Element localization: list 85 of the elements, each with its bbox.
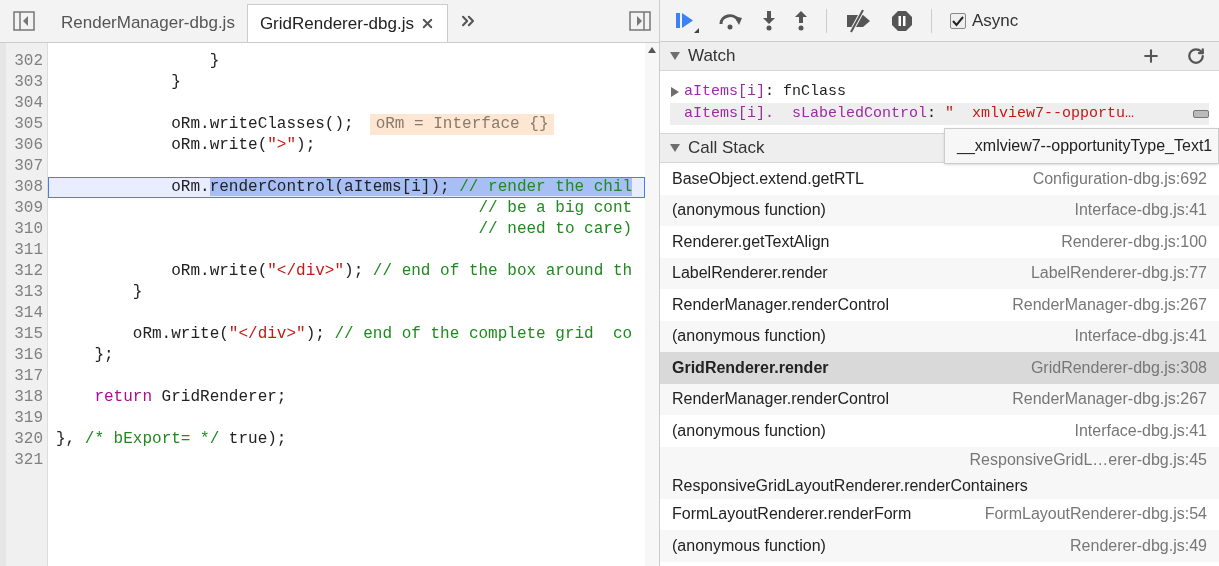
code-line: // be a big cont	[477, 198, 633, 219]
add-watch-icon[interactable]	[1141, 46, 1161, 66]
code-line: }	[131, 282, 143, 303]
function-name: ResponsiveGridLayoutRenderer.renderContainers	[672, 475, 1028, 496]
code-line: oRm.write(">");	[170, 135, 316, 156]
function-name: (anonymous function)	[672, 200, 826, 221]
function-name: LabelRenderer.render	[672, 263, 828, 284]
code-line: // need to care)	[477, 219, 633, 240]
function-name: Renderer.getTextAlign	[672, 231, 830, 252]
function-name: RenderManager.renderControl	[672, 294, 889, 315]
source-location: Renderer-dbg.js:49	[1070, 535, 1207, 556]
file-tab[interactable]: GridRenderer-dbg.js	[246, 4, 448, 42]
call-frame[interactable]: (anonymous function) Interface-dbg.js:41	[660, 194, 1219, 226]
collapse-caret-icon[interactable]	[670, 51, 680, 61]
line-number: 311	[13, 240, 44, 261]
source-location: Interface-dbg.js:41	[1074, 420, 1207, 441]
line-number: 310	[13, 219, 44, 240]
code-line: oRm.writeClasses();	[170, 114, 354, 135]
line-number: 306	[13, 135, 44, 156]
code-line: return GridRenderer;	[93, 387, 287, 408]
refresh-icon[interactable]	[1187, 47, 1205, 65]
async-checkbox[interactable]	[950, 12, 966, 29]
step-out-icon[interactable]	[794, 9, 808, 32]
code-line: oRm.write("</div>"); // end of the complete grid co	[131, 324, 633, 345]
scroll-up-icon[interactable]	[648, 47, 656, 53]
call-frame[interactable]: (anonymous function) Interface-dbg.js:41	[660, 320, 1219, 352]
watch-expression[interactable]: aItems[i]. sLabeledControl: " xmlview7--opportu…	[670, 103, 1209, 125]
async-label: Async	[972, 9, 1019, 32]
function-name: (anonymous function)	[672, 420, 826, 441]
code-line: }, /* bExport= */ true);	[56, 429, 287, 450]
pause-on-exceptions-icon[interactable]	[891, 9, 913, 32]
line-number: 321	[13, 450, 44, 471]
call-frame[interactable]: GridRenderer.render GridRenderer-dbg.js:308	[660, 352, 1219, 384]
watch-header[interactable]: Watch	[660, 42, 1219, 71]
call-frame[interactable]: (anonymous function) Renderer-dbg.js:49	[660, 530, 1219, 562]
code-line: oRm.renderControl(aItems[i]); // render the chil	[170, 177, 633, 198]
line-number: 314	[13, 303, 44, 324]
line-number: 305	[13, 114, 44, 135]
line-number: 317	[13, 366, 44, 387]
line-number: 308	[13, 177, 44, 198]
function-name: FormLayoutRenderer.renderForm	[672, 504, 912, 525]
function-name: (anonymous function)	[672, 535, 826, 556]
delete-watch-icon[interactable]	[1193, 110, 1209, 118]
function-name: GridRenderer.render	[672, 357, 829, 378]
line-number: 320	[13, 429, 44, 450]
source-location: RenderManager-dbg.js:267	[1012, 389, 1207, 410]
line-number: 309	[13, 198, 44, 219]
source-location: LabelRenderer-dbg.js:77	[1030, 263, 1207, 284]
source-location: Interface-dbg.js:41	[1074, 200, 1207, 221]
line-number: 315	[13, 324, 44, 345]
collapse-caret-icon[interactable]	[670, 143, 680, 153]
source-location: GridRenderer-dbg.js:308	[1030, 357, 1207, 378]
step-into-icon[interactable]	[762, 9, 776, 32]
source-location: Renderer-dbg.js:100	[1061, 231, 1207, 252]
function-name: (anonymous function)	[672, 326, 826, 347]
line-number: 318	[13, 387, 44, 408]
inline-value: oRm = Interface {}	[369, 114, 555, 135]
line-number: 316	[13, 345, 44, 366]
line-number: 304	[13, 93, 44, 114]
expand-caret-icon[interactable]	[670, 87, 680, 97]
line-number: 312	[13, 261, 44, 282]
sidebar-toggle-icon[interactable]	[13, 11, 35, 31]
code-line: }	[208, 51, 220, 72]
tooltip: __xmlview7--opportunityType_Text1	[944, 128, 1219, 164]
call-frame[interactable]: ResponsiveGridL…erer-dbg.js:45 ResponsiveGridLayoutRenderer.renderContainers	[660, 446, 1219, 499]
line-number: 303	[13, 72, 44, 93]
code-line: }	[170, 72, 181, 93]
watch-expression[interactable]: aItems[i]: fnClass	[670, 81, 1209, 103]
debugger-toggle-icon[interactable]	[629, 11, 651, 31]
source-location: ResponsiveGridL…erer-dbg.js:45	[969, 449, 1207, 470]
function-name: RenderManager.renderControl	[672, 389, 889, 410]
line-number: 302	[13, 51, 44, 72]
source-location: Interface-dbg.js:41	[1074, 326, 1207, 347]
line-number: 307	[13, 156, 44, 177]
code-line: oRm.write("</div>"); // end of the box around th	[170, 261, 633, 282]
file-tab[interactable]: RenderManager-dbg.js	[49, 4, 247, 42]
call-frame[interactable]: RenderManager.renderControl RenderManager-dbg.js:267	[660, 383, 1219, 415]
source-location: RenderManager-dbg.js:267	[1012, 294, 1207, 315]
source-location: Configuration-dbg.js:692	[1032, 168, 1207, 189]
source-location: FormLayoutRenderer-dbg.js:54	[984, 504, 1207, 525]
function-name: BaseObject.extend.getRTL	[672, 168, 864, 189]
line-number: 313	[13, 282, 44, 303]
code-line: };	[93, 345, 114, 366]
call-frame[interactable]: LabelRenderer.render LabelRenderer-dbg.js:77	[660, 257, 1219, 289]
line-number: 319	[13, 408, 44, 429]
